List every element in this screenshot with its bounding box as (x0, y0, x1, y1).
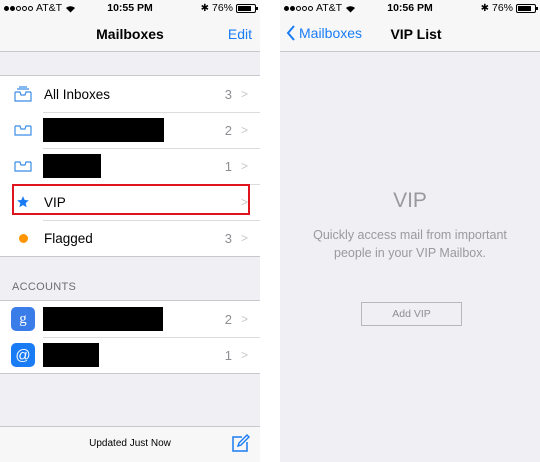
google-icon: g (11, 307, 35, 331)
bluetooth-icon: ✱ (200, 2, 209, 14)
unread-count: 1 (224, 347, 232, 363)
updated-status: Updated Just Now (89, 438, 171, 449)
unread-count: 3 (224, 86, 232, 102)
vip-list-screen: AT&T 10:56 PM ✱ 76% Mailboxes VIP List V… (280, 0, 540, 462)
battery-icon (236, 3, 258, 13)
battery-percent: 76% (211, 2, 233, 14)
inbox-tray-icon (12, 120, 34, 140)
nav-bar: Mailboxes VIP List (280, 17, 540, 52)
vip-empty-description: Quickly access mail from important peopl… (313, 228, 507, 260)
account-mail[interactable]: @ 1 > (0, 337, 260, 373)
mailbox-all-inboxes[interactable]: All Inboxes 3 > (0, 76, 260, 112)
unread-count: 2 (224, 122, 232, 138)
compose-icon[interactable] (230, 434, 250, 459)
redacted-label (43, 118, 164, 142)
mailbox-flagged[interactable]: Flagged 3 > (0, 220, 260, 256)
bottom-toolbar: Updated Just Now (0, 426, 260, 462)
battery-icon (516, 3, 538, 13)
mailbox-label: Flagged (44, 230, 93, 246)
unread-count: 1 (224, 158, 232, 174)
accounts-header: ACCOUNTS (12, 281, 77, 293)
edit-button[interactable]: Edit (228, 26, 252, 42)
at-sign-icon: @ (11, 343, 35, 367)
add-vip-button[interactable]: Add VIP (361, 302, 462, 326)
inbox-tray-icon (12, 156, 34, 176)
accounts-list: g 2 > @ 1 > (0, 300, 260, 374)
chevron-right-icon: > (240, 231, 248, 245)
chevron-right-icon: > (240, 159, 248, 173)
redacted-label (43, 307, 163, 331)
vip-highlight-box (12, 184, 250, 215)
mailbox-account-1[interactable]: 2 > (0, 112, 260, 148)
unread-count: 3 (224, 230, 232, 246)
redacted-label (43, 154, 101, 178)
chevron-right-icon: > (240, 348, 248, 362)
chevron-right-icon: > (240, 87, 248, 101)
mailbox-label: All Inboxes (44, 86, 111, 102)
inbox-tray-icon (12, 84, 34, 104)
chevron-right-icon: > (240, 123, 248, 137)
account-google[interactable]: g 2 > (0, 301, 260, 337)
battery-percent: 76% (491, 2, 513, 14)
vip-empty-title: VIP (393, 189, 427, 212)
status-bar: AT&T 10:55 PM ✱ 76% (0, 0, 260, 17)
bluetooth-icon: ✱ (480, 2, 489, 14)
chevron-right-icon: > (240, 312, 248, 326)
mailboxes-screen: AT&T 10:55 PM ✱ 76% Mailboxes Edit All I… (0, 0, 260, 462)
page-title: Mailboxes (96, 26, 164, 42)
redacted-label (43, 343, 99, 367)
nav-bar: Mailboxes Edit (0, 17, 260, 52)
status-bar: AT&T 10:56 PM ✱ 76% (280, 0, 540, 17)
mailbox-account-2[interactable]: 1 > (0, 148, 260, 184)
orange-dot-icon (12, 228, 34, 248)
mailbox-list: All Inboxes 3 > 2 > 1 > VIP > Flagged 3 … (0, 75, 260, 257)
page-title: VIP List (390, 26, 442, 42)
unread-count: 2 (224, 311, 232, 327)
